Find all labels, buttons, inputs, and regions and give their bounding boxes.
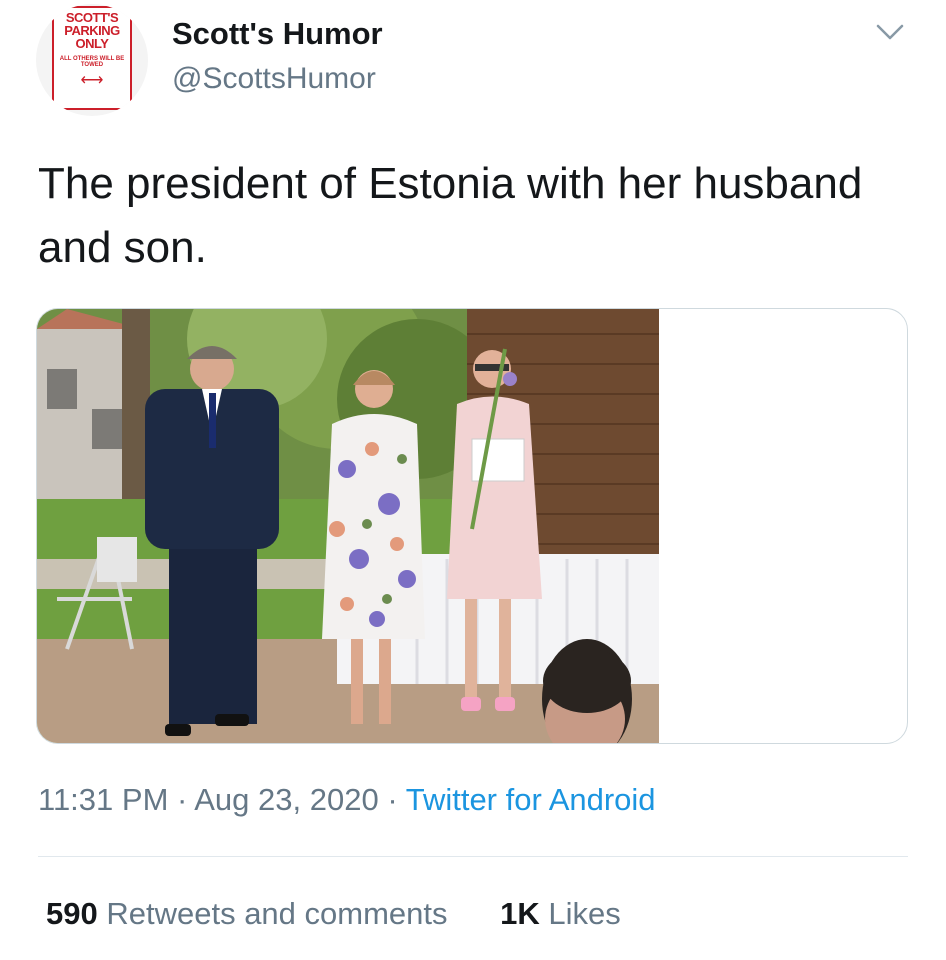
tweet-time[interactable]: 11:31 PM	[38, 782, 168, 817]
display-name[interactable]: Scott's Humor	[172, 16, 383, 52]
tweet-source-link[interactable]: Twitter for Android	[406, 782, 656, 817]
likes-count: 1K	[500, 896, 540, 931]
avatar[interactable]: SCOTT'S PARKING ONLY ALL OTHERS WILL BE …	[36, 4, 148, 116]
media-card[interactable]	[36, 308, 908, 744]
avatar-sign-line-4: ALL OTHERS WILL BE TOWED	[59, 56, 125, 68]
parking-sign-avatar-icon: SCOTT'S PARKING ONLY ALL OTHERS WILL BE …	[52, 6, 132, 110]
tweet-date[interactable]: Aug 23, 2020	[194, 782, 378, 817]
tweet-stats: 590 Retweets and comments 1K Likes	[46, 896, 621, 932]
meta-separator: ·	[387, 782, 398, 817]
user-handle[interactable]: @ScottsHumor	[172, 62, 376, 96]
tweet-text: The president of Estonia with her husban…	[38, 159, 863, 272]
divider	[38, 856, 908, 857]
double-arrow-icon: ⟷	[80, 72, 104, 89]
retweets-count: 590	[46, 896, 98, 931]
meta-separator: ·	[177, 782, 188, 817]
retweets-label: Retweets and comments	[106, 896, 448, 931]
likes-label: Likes	[548, 896, 621, 931]
chevron-down-icon[interactable]	[872, 20, 908, 46]
likes-stat[interactable]: 1K Likes	[500, 896, 621, 931]
tweet: SCOTT'S PARKING ONLY ALL OTHERS WILL BE …	[0, 0, 946, 960]
avatar-sign-line-3: ONLY	[75, 36, 109, 51]
tweet-meta: 11:31 PM · Aug 23, 2020 · Twitter for An…	[38, 782, 656, 818]
tweet-photo[interactable]	[37, 309, 659, 744]
retweets-stat[interactable]: 590 Retweets and comments	[46, 896, 456, 931]
